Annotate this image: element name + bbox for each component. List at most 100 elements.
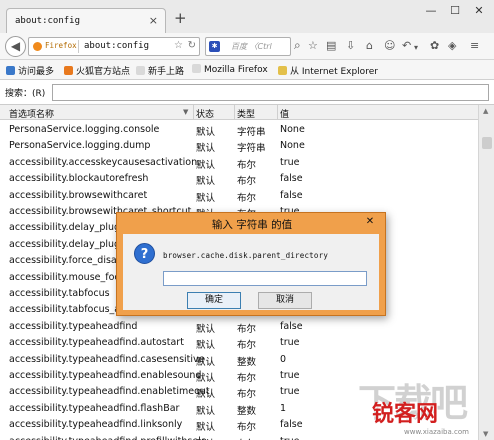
pref-value: true <box>280 156 300 168</box>
pref-value: 0 <box>280 353 287 365</box>
chat-icon[interactable]: ☺ <box>384 40 395 52</box>
pref-type: 布尔 <box>237 192 257 204</box>
pref-type: 布尔 <box>237 176 257 188</box>
close-window-icon[interactable]: ✕ <box>468 4 490 18</box>
pref-name: PersonaService.logging.dump <box>9 140 151 152</box>
pref-type: 布尔 <box>237 340 257 352</box>
scroll-up-icon[interactable]: ▲ <box>483 107 488 115</box>
search-placeholder: 百度 〈Ctrl <box>231 42 272 51</box>
scrollbar-thumb[interactable] <box>482 137 492 149</box>
column-divider[interactable] <box>234 105 235 120</box>
back-button[interactable]: ◀ <box>5 36 26 57</box>
pref-type: 整数 <box>237 356 257 368</box>
pref-type: 布尔 <box>237 159 257 171</box>
dialog-value-input[interactable] <box>163 271 367 286</box>
pref-value: None <box>280 124 305 135</box>
maximize-icon[interactable]: ☐ <box>444 4 466 18</box>
table-row[interactable]: PersonaService.logging.console 默认 字符串 None <box>0 122 478 138</box>
bookmark-item[interactable]: 访问最多 <box>6 64 54 77</box>
table-row[interactable]: accessibility.accesskeycausesactivation 默… <box>0 155 478 171</box>
settings-icon[interactable]: ✿ <box>430 40 439 52</box>
pref-status: 默认 <box>196 192 216 204</box>
pref-status: 默认 <box>196 356 216 368</box>
pref-type: 布尔 <box>237 373 257 384</box>
pref-name: accessibility.delay_plugins <box>9 238 134 250</box>
star-icon[interactable]: ☆ <box>308 40 318 52</box>
title-bar: about:config × + — ☐ ✕ <box>0 0 494 33</box>
table-row[interactable]: PersonaService.logging.dump 默认 字符串 None <box>0 138 478 154</box>
home-icon[interactable]: ⌂ <box>366 40 373 52</box>
watermark-url: www.xiazaiba.com <box>404 428 469 436</box>
pref-type: 整数 <box>237 405 257 417</box>
pref-status: 默认 <box>196 176 216 188</box>
tab-about-config[interactable]: about:config × <box>6 8 166 33</box>
new-tab-icon[interactable]: + <box>174 11 187 26</box>
dialog-body: ? browser.cache.disk.parent_directory 确定… <box>123 234 379 310</box>
pref-name: accessibility.typeaheadfind.casesensitiv… <box>9 353 205 365</box>
page-icon <box>136 66 145 75</box>
bookmark-item[interactable]: 火狐官方站点 <box>64 64 130 77</box>
watermark: 下载吧 锐客网 www.xiazaiba.com <box>358 372 492 438</box>
column-header-status[interactable]: 状态 <box>196 107 214 120</box>
pref-value: true <box>280 370 300 381</box>
shield-icon[interactable]: ◈ <box>448 40 456 52</box>
pref-status: 默认 <box>196 389 216 401</box>
dialog-close-icon[interactable]: ✕ <box>359 215 381 229</box>
firefox-icon <box>33 42 42 51</box>
tab-title: about:config <box>15 16 81 26</box>
search-icon[interactable]: ⌕ <box>294 39 301 51</box>
bookmarks-list-icon[interactable]: ▤ <box>326 40 336 52</box>
url-bar[interactable]: Firefox about:config ☆ ↻ <box>28 37 200 56</box>
url-separator <box>78 40 79 53</box>
pref-status: 默认 <box>196 373 216 384</box>
column-header-name[interactable]: 首选项名称 <box>9 107 54 120</box>
table-header: 首选项名称 ▼ 状态 类型 值 <box>0 105 478 120</box>
table-row[interactable]: accessibility.typeaheadfind.casesensitiv… <box>0 352 478 368</box>
pref-value: false <box>280 189 303 201</box>
column-divider[interactable] <box>193 105 194 120</box>
bookmark-item[interactable]: Mozilla Firefox <box>192 64 268 75</box>
column-header-type[interactable]: 类型 <box>237 107 255 120</box>
column-header-value[interactable]: 值 <box>280 107 289 120</box>
pref-status: 默认 <box>196 340 216 352</box>
pref-value: true <box>280 386 300 398</box>
undo-dropdown-icon[interactable]: ▾ <box>414 42 418 54</box>
reload-icon[interactable]: ↻ <box>188 40 196 51</box>
pref-name: accessibility.typeaheadfind.autostart <box>9 337 184 349</box>
pref-status: 默认 <box>196 405 216 417</box>
bookmark-item[interactable]: 新手上路 <box>136 64 184 77</box>
download-icon[interactable]: ⇩ <box>346 40 355 52</box>
pref-status: 默认 <box>196 422 216 434</box>
pref-type: 布尔 <box>237 389 257 401</box>
pref-value: true <box>280 436 300 440</box>
pref-type: 布尔 <box>237 436 256 440</box>
close-tab-icon[interactable]: × <box>149 14 158 27</box>
search-bar[interactable]: ✱ 百度 〈Ctrl <box>205 37 291 56</box>
pref-name: PersonaService.logging.console <box>9 124 160 135</box>
bookmark-item[interactable]: 从 Internet Explorer <box>278 64 378 77</box>
minimize-icon[interactable]: — <box>420 4 442 18</box>
table-row[interactable]: accessibility.blockautorefresh 默认 布尔 false <box>0 171 478 187</box>
dialog-title: 输入 字符串 的值 <box>211 219 293 231</box>
table-row[interactable]: accessibility.browsewithcaret 默认 布尔 false <box>0 188 478 204</box>
dialog-prompt: browser.cache.disk.parent_directory <box>163 251 329 260</box>
bookmark-star-icon[interactable]: ☆ <box>174 40 183 51</box>
url-text[interactable]: about:config <box>84 41 149 51</box>
column-divider[interactable] <box>277 105 278 120</box>
ok-button[interactable]: 确定 <box>187 292 241 309</box>
cancel-button[interactable]: 取消 <box>258 292 312 309</box>
table-row[interactable]: accessibility.typeaheadfind.autostart 默认 布… <box>0 335 478 351</box>
pref-value: false <box>280 320 303 332</box>
undo-icon[interactable]: ↶ <box>402 40 411 52</box>
pref-type: 布尔 <box>237 323 257 335</box>
sort-icon: ▼ <box>183 108 189 116</box>
filter-input[interactable] <box>52 84 489 101</box>
paw-icon[interactable]: ✱ <box>209 41 220 52</box>
filter-bar: 搜索：(R) <box>0 80 494 105</box>
watermark-brand: 锐客网 <box>372 402 439 427</box>
pref-value: false <box>280 419 303 431</box>
table-row[interactable]: accessibility.typeaheadfind 默认 布尔 false <box>0 319 478 335</box>
menu-icon[interactable]: ≡ <box>470 40 479 52</box>
folder-icon <box>278 66 287 75</box>
string-value-dialog: 输入 字符串 的值 ✕ ? browser.cache.disk.parent_… <box>116 212 386 316</box>
